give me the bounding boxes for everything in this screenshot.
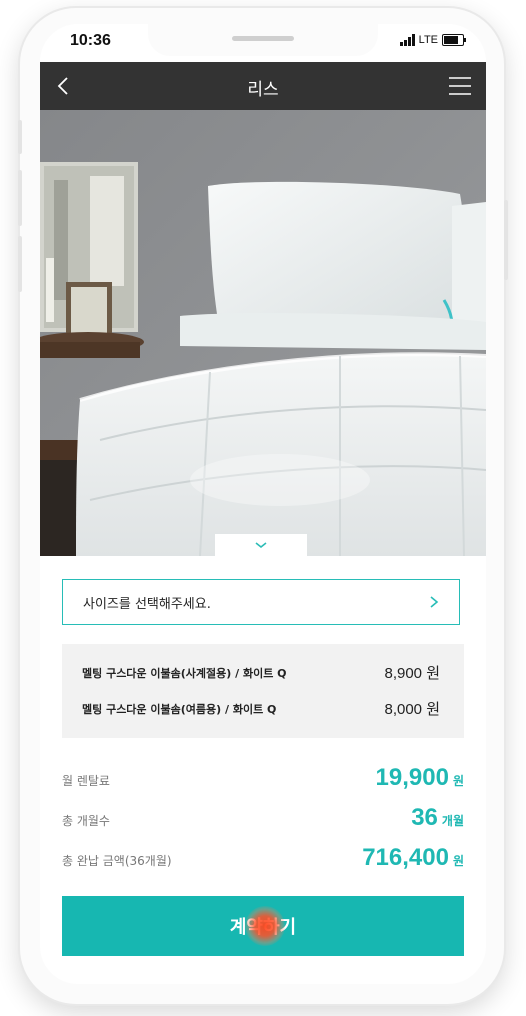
option-name: 멜팅 구스다운 이불솜(여름용) / 화이트 Q (82, 702, 277, 716)
monthly-fee-label: 월 렌탈료 (62, 774, 110, 788)
menu-icon (449, 77, 471, 95)
speaker (232, 36, 294, 41)
months-value: 36 (411, 804, 438, 831)
option-price: 8,000 원 (384, 701, 440, 718)
phone-volume-down (18, 236, 22, 292)
total-amount: 716,400 원 (362, 844, 464, 872)
total-value: 716,400 (362, 844, 449, 871)
total-row: 총 완납 금액(36개월) 716,400 원 (62, 844, 464, 872)
menu-button[interactable] (448, 75, 472, 97)
option-row: 멜팅 구스다운 이불솜(사계절용) / 화이트 Q 8,900 원 (82, 662, 440, 683)
network-label: LTE (418, 34, 438, 46)
chevron-down-icon (255, 542, 267, 549)
battery-icon (442, 34, 466, 46)
monthly-fee-amount: 19,900 원 (376, 764, 464, 792)
bedding-photo (40, 110, 486, 556)
option-row: 멜팅 구스다운 이불솜(여름용) / 화이트 Q 8,000 원 (82, 698, 440, 719)
contract-button[interactable]: 계약하기 (62, 896, 464, 956)
months-unit: 개월 (441, 814, 464, 828)
total-unit: 원 (452, 854, 464, 868)
option-name: 멜팅 구스다운 이불솜(사계절용) / 화이트 Q (82, 666, 287, 680)
months-row: 총 개월수 36 개월 (62, 804, 464, 832)
status-time: 10:36 (70, 32, 111, 49)
size-select-dropdown[interactable]: 사이즈를 선택해주세요. (62, 579, 460, 625)
status-indicators: LTE (399, 34, 466, 46)
product-image (40, 110, 486, 556)
monthly-fee-row: 월 렌탈료 19,900 원 (62, 764, 464, 792)
expand-image-button[interactable] (215, 534, 307, 556)
signal-icon (399, 34, 415, 46)
top-navigation-bar: 리스 (40, 62, 486, 110)
phone-power-button (504, 200, 508, 280)
chevron-right-icon (430, 596, 439, 608)
selected-options-list: 멜팅 구스다운 이불솜(사계절용) / 화이트 Q 8,900 원 멜팅 구스다… (62, 644, 464, 738)
months-label: 총 개월수 (62, 814, 110, 828)
phone-side-button (18, 120, 22, 154)
app-screen: 10:36 LTE 리스 사이즈를 선택해주세요. 멜팅 구스다운 이불솜(사계… (40, 24, 486, 984)
status-bar: 10:36 LTE (40, 24, 486, 62)
monthly-fee-value: 19,900 (375, 764, 449, 791)
page-title: 리스 (247, 80, 279, 100)
monthly-fee-unit: 원 (452, 774, 464, 788)
total-label: 총 완납 금액(36개월) (62, 854, 172, 868)
option-price: 8,900 원 (384, 665, 440, 682)
size-select-label: 사이즈를 선택해주세요. (83, 596, 211, 612)
phone-volume-up (18, 170, 22, 226)
months-amount: 36 개월 (411, 804, 464, 832)
